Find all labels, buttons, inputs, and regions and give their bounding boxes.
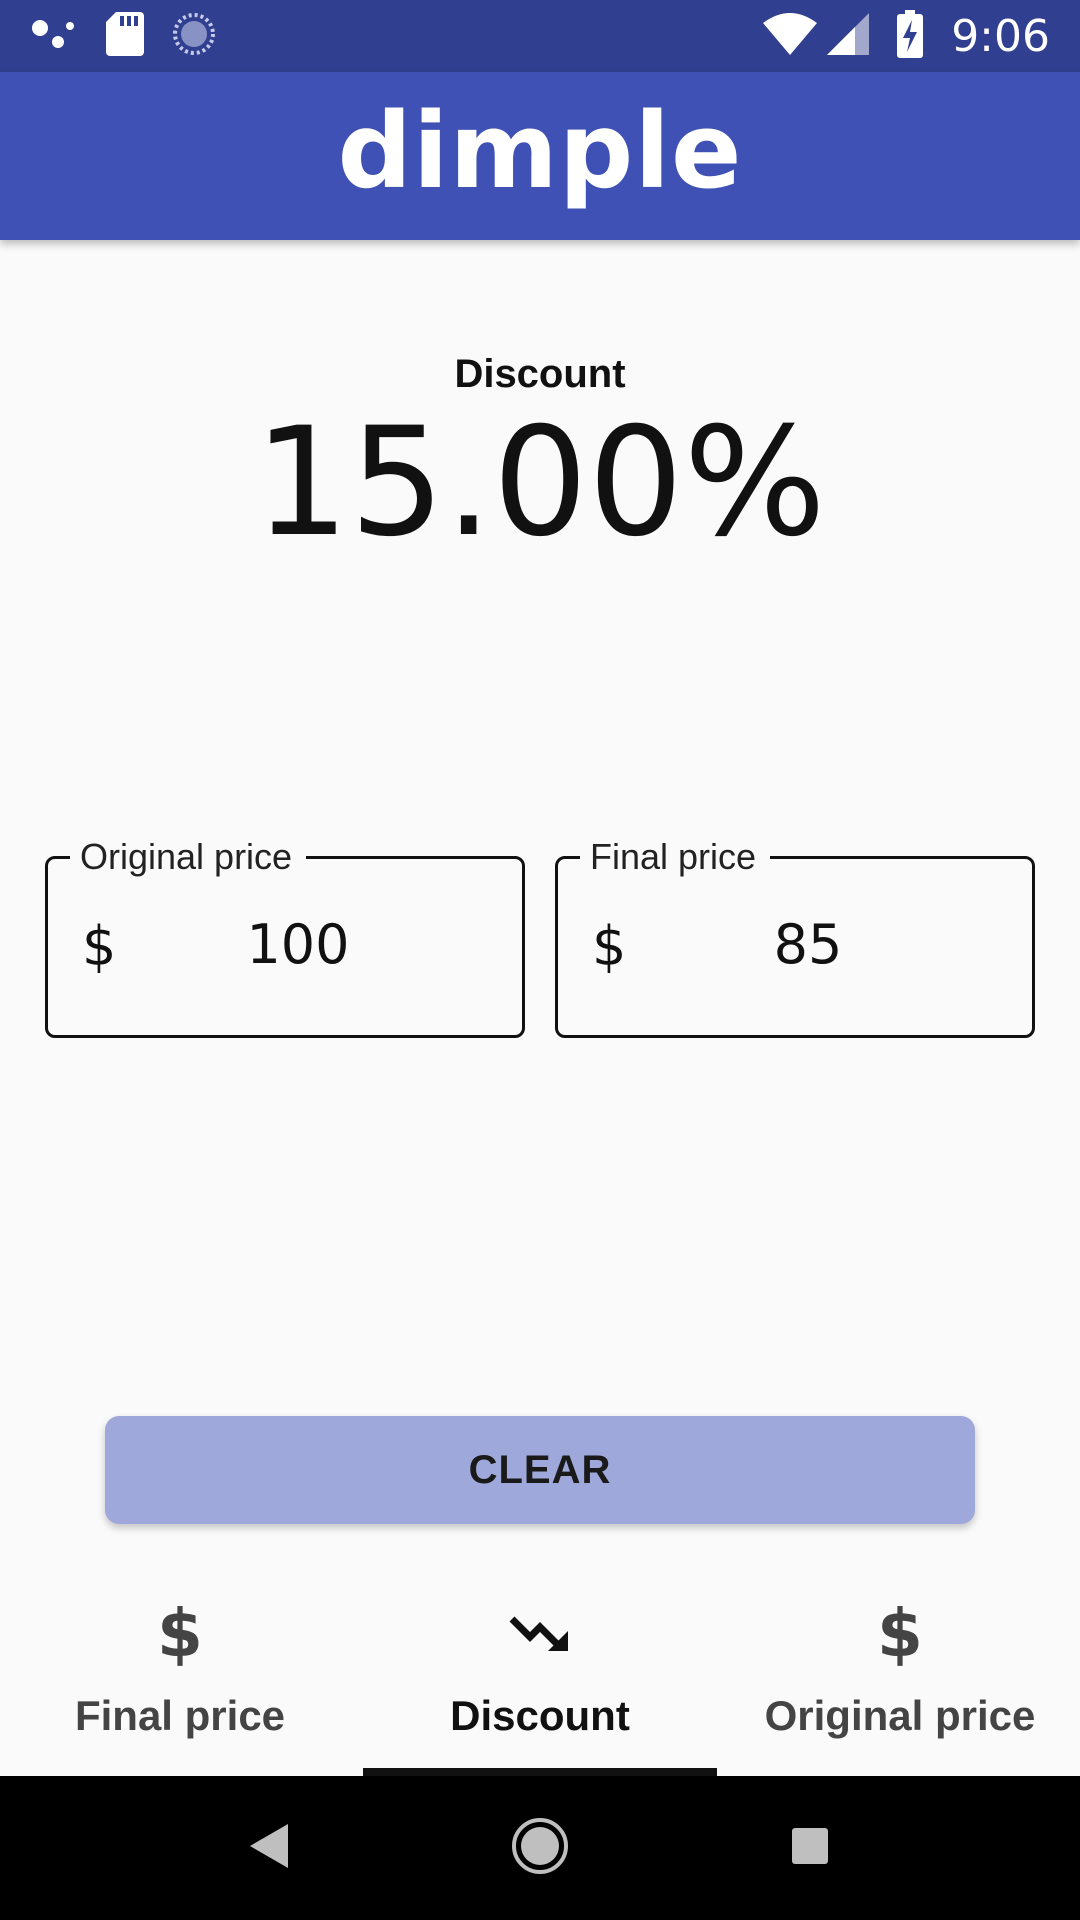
tab-final-price[interactable]: $ Final price — [0, 1576, 360, 1776]
bottom-tabs: $ Final price Discount $ Original price — [0, 1576, 1080, 1776]
dollar-icon: $ — [157, 1594, 203, 1672]
cell-signal-icon — [827, 12, 870, 60]
assistant-dots-icon — [30, 14, 78, 59]
currency-prefix: $ — [82, 915, 117, 978]
tab-label: Discount — [450, 1692, 630, 1739]
tab-label: Original price — [764, 1692, 1036, 1739]
battery-charging-icon — [897, 9, 924, 63]
original-price-field[interactable]: Original price $ — [45, 833, 525, 1038]
status-right-icons: 9:06 — [763, 9, 1050, 63]
active-tab-indicator — [363, 1768, 717, 1776]
back-icon — [250, 1823, 290, 1873]
tab-label: Final price — [74, 1692, 286, 1739]
original-price-input[interactable] — [148, 907, 448, 981]
currency-prefix: $ — [592, 915, 627, 978]
back-button[interactable] — [210, 1776, 330, 1920]
dollar-icon: $ — [877, 1594, 923, 1672]
original-price-label: Original price — [70, 833, 307, 881]
app-title: dimple — [337, 90, 743, 212]
navigation-bar — [0, 1776, 1080, 1920]
result-label: Discount — [454, 352, 626, 396]
home-icon — [511, 1817, 569, 1880]
home-button[interactable] — [480, 1776, 600, 1920]
final-price-label: Final price — [580, 833, 771, 881]
tab-discount[interactable]: Discount — [360, 1576, 720, 1776]
sd-card-icon — [106, 11, 144, 61]
clear-button[interactable]: CLEAR — [105, 1416, 975, 1524]
status-bar: 9:06 — [0, 0, 1080, 72]
sync-icon — [172, 12, 216, 61]
status-left-icons — [30, 11, 216, 61]
recents-button[interactable] — [750, 1776, 870, 1920]
app-bar: dimple — [0, 72, 1080, 240]
trending-down-icon — [508, 1588, 572, 1678]
status-time: 9:06 — [951, 10, 1050, 62]
tab-original-price[interactable]: $ Original price — [720, 1576, 1080, 1776]
recents-icon — [790, 1826, 830, 1871]
wifi-icon — [763, 12, 818, 60]
result-value: 15.00% — [254, 396, 826, 570]
screen: 9:06 dimple Discount 15.00% Original pri… — [0, 0, 1080, 1920]
final-price-field[interactable]: Final price $ — [555, 833, 1035, 1038]
final-price-input[interactable] — [658, 907, 958, 981]
